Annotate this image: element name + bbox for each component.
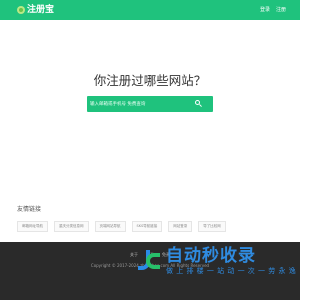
search-input[interactable]	[90, 99, 190, 109]
site-logo[interactable]: 注册宝	[17, 4, 54, 16]
register-link[interactable]: 注册	[276, 6, 286, 14]
friend-link[interactable]: SKS导航链接	[131, 221, 163, 232]
watermark-logo-icon	[136, 248, 162, 274]
friend-link[interactable]: 重庆分类信息网	[54, 221, 89, 232]
friend-link[interactable]: 导了比较网	[198, 221, 226, 232]
logo-text: 注册宝	[27, 5, 55, 15]
login-link[interactable]: 登录	[260, 6, 270, 14]
watermark-subtitle: 做 上 排 楼 一 站 动 一 次 一 劳 永 逸	[166, 267, 297, 275]
friend-link[interactable]: 页端网站导航	[94, 221, 126, 232]
friend-links: 邮箱网址导航 重庆分类信息网 页端网站导航 SKS导航链接 网站登录 导了比较网	[17, 221, 226, 232]
friend-links-title: 友情链接	[17, 206, 42, 213]
watermark: 自动秒收录 做 上 排 楼 一 站 动 一 次 一 劳 永 逸	[136, 240, 300, 282]
search-icon-handle	[199, 104, 202, 107]
watermark-text: 自动秒收录 做 上 排 楼 一 站 动 一 次 一 劳 永 逸	[166, 246, 296, 276]
page-headline: 你注册过哪些网站？	[93, 73, 207, 88]
friend-link[interactable]: 网站登录	[168, 221, 193, 232]
header-links: 登录 注册	[260, 6, 286, 14]
top-bar: 注册宝 登录 注册	[0, 0, 300, 20]
logo-icon	[17, 6, 25, 14]
friend-link[interactable]: 邮箱网址导航	[17, 221, 48, 232]
search-button[interactable]	[195, 100, 203, 108]
search-box	[87, 96, 213, 112]
watermark-title: 自动秒收录	[166, 246, 256, 266]
